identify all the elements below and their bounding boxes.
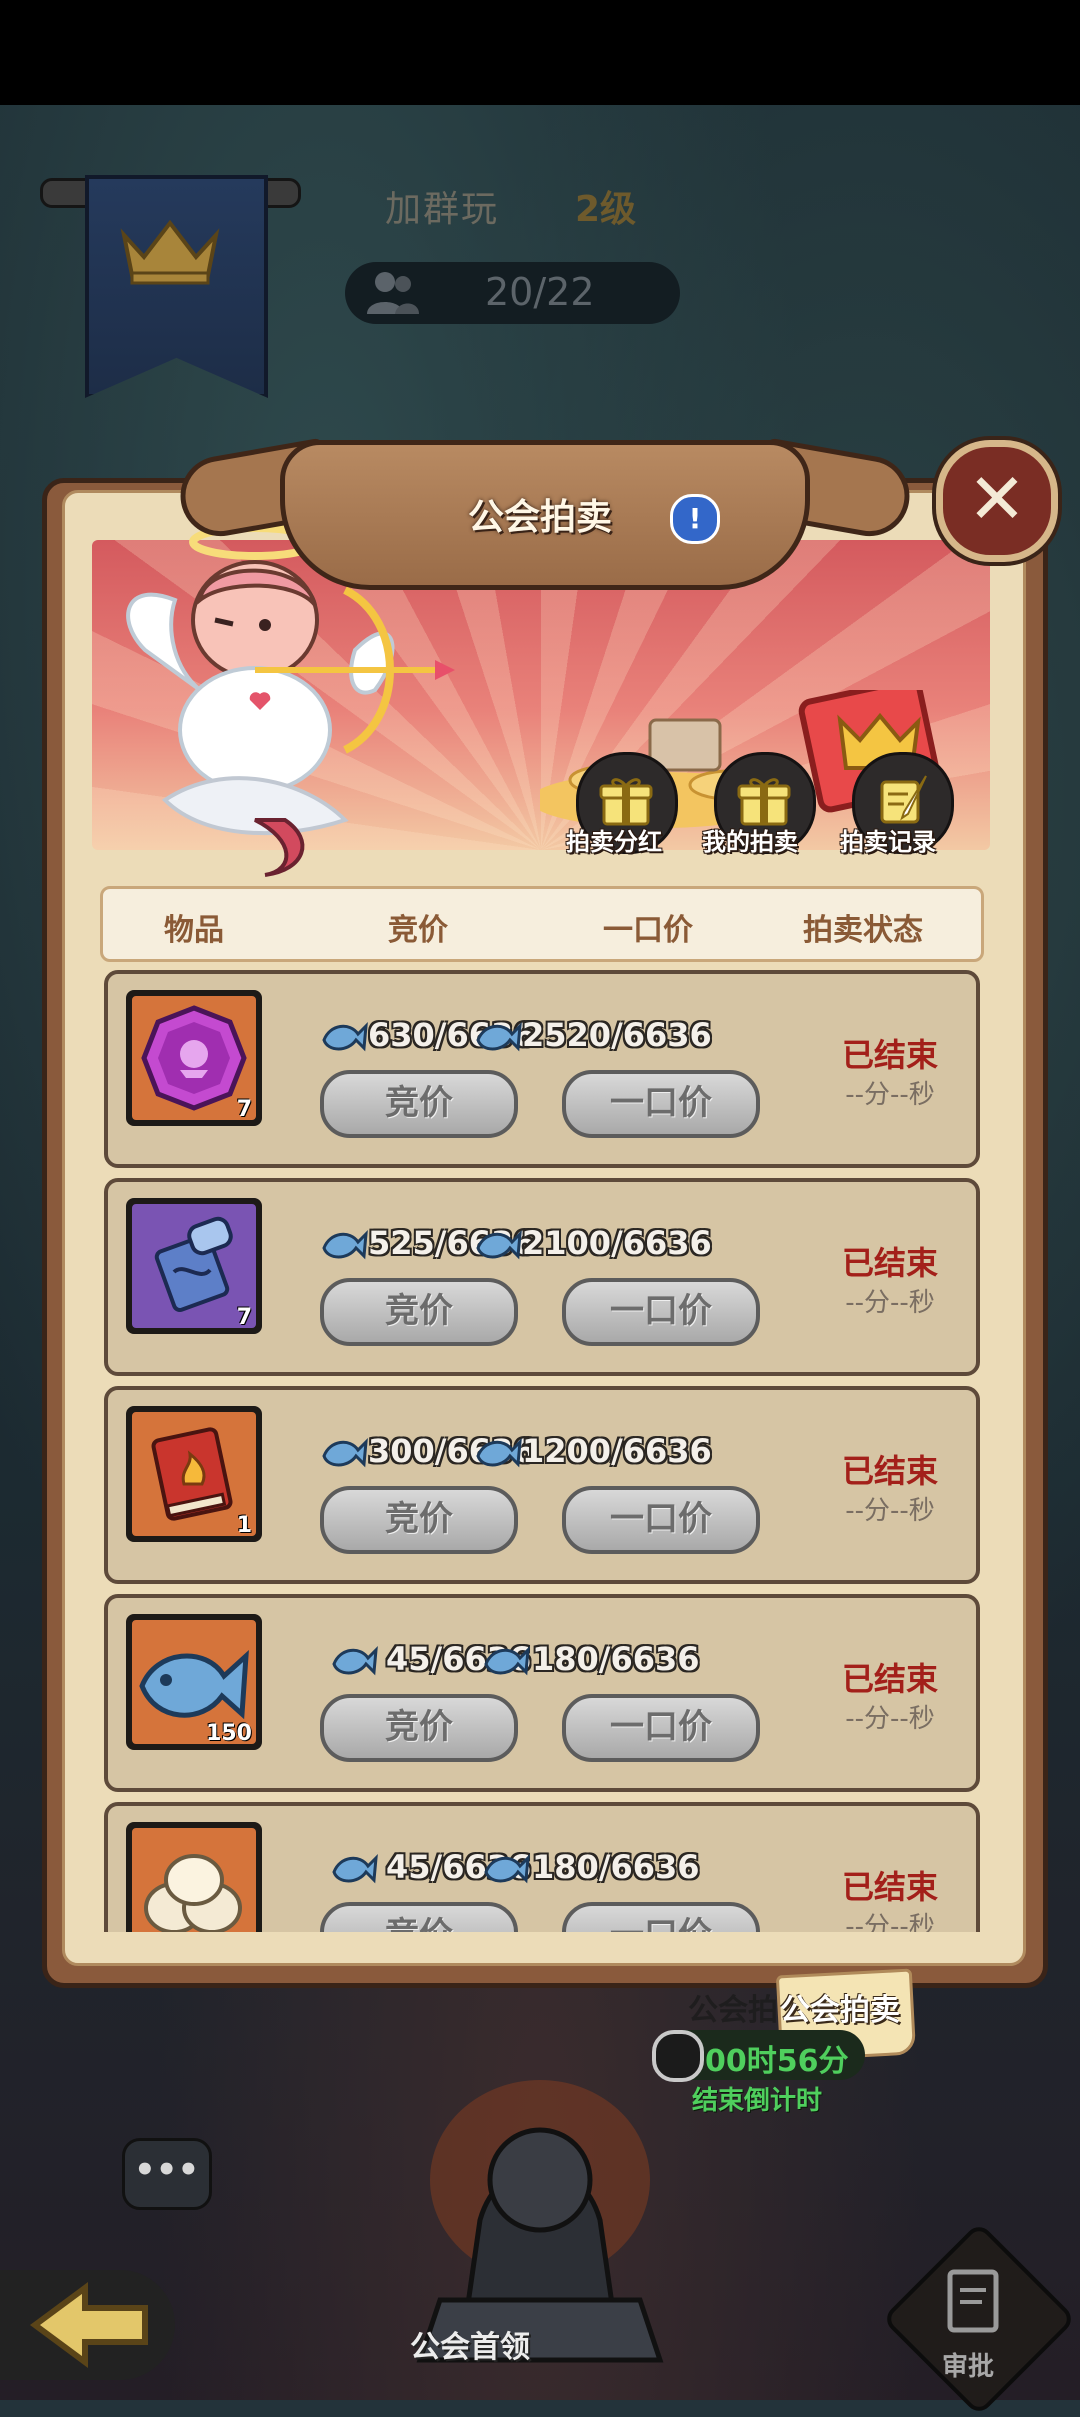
item-slot[interactable] xyxy=(126,1822,262,1932)
buyout-price: 180/6636 xyxy=(532,1640,700,1678)
timer-text: --分--秒 xyxy=(845,1080,935,1110)
chat-icon: ••• xyxy=(134,2150,200,2190)
gift-icon xyxy=(599,778,653,826)
auction-tab-shadow: 公会拍 xyxy=(688,1993,778,2028)
buyout-button[interactable]: 一口价 xyxy=(562,1694,760,1762)
bid-button[interactable]: 竞价 xyxy=(320,1486,518,1554)
buyout-button[interactable]: 一口价 xyxy=(562,1486,760,1554)
dividend-label: 拍卖分红 xyxy=(566,828,662,856)
buyout-button[interactable]: 一口价 xyxy=(562,1070,760,1138)
bid-button[interactable]: 竞价 xyxy=(320,1070,518,1138)
item-slot[interactable]: 150 xyxy=(126,1614,262,1750)
blue-scroll-icon xyxy=(154,1216,233,1313)
members-icon xyxy=(367,272,419,314)
item-count: 7 xyxy=(236,1305,252,1330)
fish-currency-icon xyxy=(476,1438,522,1468)
auction-row: 7 630/6636 2520/6636 竞价 一口价 已结束 --分--秒 xyxy=(104,970,980,1168)
info-icon[interactable]: ! xyxy=(670,494,720,544)
item-slot[interactable]: 1 xyxy=(126,1406,262,1542)
guild-name: 加群玩 xyxy=(385,189,500,230)
status-badge: 已结束 xyxy=(841,1244,938,1282)
timer-text: --分--秒 xyxy=(845,1496,935,1526)
fish-currency-icon xyxy=(476,1230,522,1260)
red-book-icon xyxy=(151,1427,233,1521)
purple-gem-icon xyxy=(141,1005,247,1111)
auction-row: 7 525/6636 2100/6636 竞价 一口价 已结束 --分--秒 xyxy=(104,1178,980,1376)
status-badge: 已结束 xyxy=(841,1036,938,1074)
timer-text: --分--秒 xyxy=(845,1704,935,1734)
fish-currency-icon xyxy=(484,1854,530,1884)
timer-text: --分--秒 xyxy=(845,1912,935,1932)
document-icon xyxy=(947,2269,999,2333)
members-count: 20/22 xyxy=(485,270,595,314)
status-badge: 已结束 xyxy=(841,1660,938,1698)
column-buyout: 一口价 xyxy=(603,913,693,948)
review-label: 审批 xyxy=(942,2352,995,2382)
crown-icon xyxy=(120,219,220,285)
buyout-price: 180/6636 xyxy=(532,1848,700,1886)
my-auction-label: 我的拍卖 xyxy=(702,828,798,856)
item-slot[interactable]: 7 xyxy=(126,1198,262,1334)
close-icon: ✕ xyxy=(967,458,1027,540)
item-slot[interactable]: 7 xyxy=(126,990,262,1126)
fish-currency-icon xyxy=(332,1854,378,1884)
buyout-price: 1200/6636 xyxy=(522,1432,712,1470)
fish-currency-icon xyxy=(322,1022,368,1052)
auction-record-label: 拍卖记录 xyxy=(840,828,936,856)
countdown-timer: 00时56分 xyxy=(705,2044,849,2079)
item-count: 1 xyxy=(236,1513,252,1538)
bid-button[interactable]: 竞价 xyxy=(320,1902,518,1932)
auction-row: 150 45/6636 180/6636 竞价 一口价 已结束 --分--秒 xyxy=(104,1594,980,1792)
item-count: 7 xyxy=(236,1097,252,1122)
fish-currency-icon xyxy=(322,1230,368,1260)
status-badge: 已结束 xyxy=(841,1452,938,1490)
auction-row: 1 300/6636 1200/6636 竞价 一口价 已结束 --分--秒 xyxy=(104,1386,980,1584)
fish-currency-icon xyxy=(476,1022,522,1052)
column-status: 拍卖状态 xyxy=(803,913,923,948)
status-bar xyxy=(0,0,1080,105)
scroll-quill-icon xyxy=(880,775,927,824)
item-count: 150 xyxy=(206,1721,252,1746)
panel-title: 公会拍卖 xyxy=(467,497,612,538)
column-bid: 竞价 xyxy=(388,913,448,948)
timer-text: --分--秒 xyxy=(845,1288,935,1318)
bid-button[interactable]: 竞价 xyxy=(320,1278,518,1346)
buyout-price: 2100/6636 xyxy=(522,1224,712,1262)
close-button[interactable]: ✕ xyxy=(936,440,1058,562)
back-arrow-icon xyxy=(29,2282,148,2368)
fish-currency-icon xyxy=(322,1438,368,1468)
column-item: 物品 xyxy=(164,913,224,948)
status-badge: 已结束 xyxy=(841,1868,938,1906)
guild-boss-label: 公会首领 xyxy=(410,2330,530,2365)
fish-currency-icon xyxy=(332,1646,378,1676)
bun-icon xyxy=(144,1854,242,1932)
auction-row: 45/6636 180/6636 竞价 一口价 已结束 --分--秒 xyxy=(104,1802,980,1932)
guild-level: 2级 xyxy=(575,189,637,230)
fish-icon xyxy=(139,1649,249,1720)
auction-list[interactable]: 7 630/6636 2520/6636 竞价 一口价 已结束 --分--秒 7… xyxy=(92,970,990,1932)
gift-icon xyxy=(737,778,791,826)
buyout-button[interactable]: 一口价 xyxy=(562,1278,760,1346)
buyout-price: 2520/6636 xyxy=(522,1016,712,1054)
auction-tab-label: 公会拍卖 xyxy=(780,1993,900,2028)
bid-button[interactable]: 竞价 xyxy=(320,1694,518,1762)
buyout-button[interactable]: 一口价 xyxy=(562,1902,760,1932)
fish-currency-icon xyxy=(484,1646,530,1676)
